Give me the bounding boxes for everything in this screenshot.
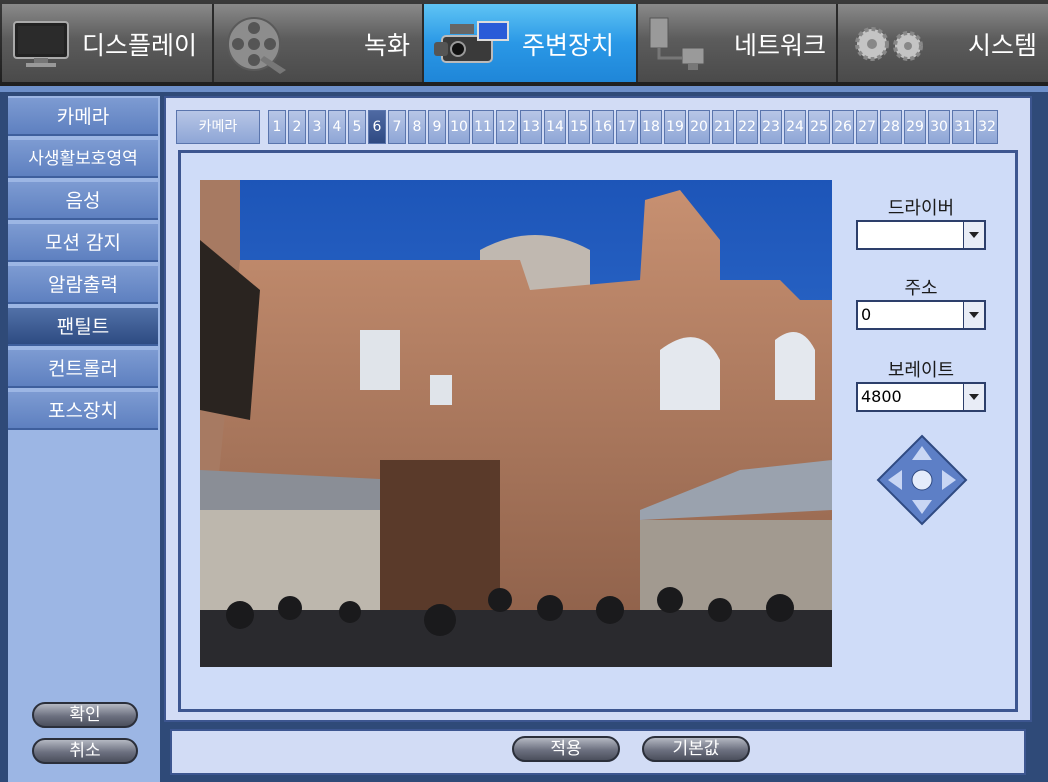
- camera-tab-7[interactable]: 7: [388, 110, 406, 144]
- top-tab-peripherals-label: 주변장치: [522, 31, 615, 60]
- camera-tab-28[interactable]: 28: [880, 110, 902, 144]
- camera-tab-22[interactable]: 22: [736, 110, 758, 144]
- top-tab-display[interactable]: 디스플레이: [2, 4, 214, 82]
- camera-tab-19[interactable]: 19: [664, 110, 686, 144]
- camera-tab-25[interactable]: 25: [808, 110, 830, 144]
- camera-tab-2[interactable]: 2: [288, 110, 306, 144]
- sidebar-item-controller[interactable]: 컨트롤러: [8, 350, 158, 388]
- top-tab-system[interactable]: 시스템: [838, 4, 1048, 82]
- address-label: 주소: [904, 278, 938, 299]
- camera-tab-1[interactable]: 1: [268, 110, 286, 144]
- sidebar-item-camera[interactable]: 카메라: [8, 98, 158, 136]
- address-select[interactable]: 0: [856, 300, 986, 330]
- top-menu-bar: 디스플레이 녹화 주변장치 네트워크 시스템: [0, 0, 1048, 86]
- gears-icon: [855, 27, 923, 61]
- sidebar-item-motion-detection[interactable]: 모션 감지: [8, 224, 158, 262]
- camera-tab-11[interactable]: 11: [472, 110, 494, 144]
- address-value: 0: [861, 305, 872, 324]
- confirm-button[interactable]: 확인: [32, 702, 138, 728]
- chevron-down-icon: [963, 222, 984, 248]
- camera-tab-23[interactable]: 23: [760, 110, 782, 144]
- camera-tab-29[interactable]: 29: [904, 110, 926, 144]
- camera-tab-14[interactable]: 14: [544, 110, 566, 144]
- apply-button[interactable]: 적용: [512, 736, 620, 762]
- sidebar-item-alarm-output[interactable]: 알람출력: [8, 266, 158, 304]
- camcorder-icon: [434, 21, 509, 63]
- top-divider: [0, 86, 1048, 92]
- camera-tab-21[interactable]: 21: [712, 110, 734, 144]
- camera-tab-16[interactable]: 16: [592, 110, 614, 144]
- camera-tab-26[interactable]: 26: [832, 110, 854, 144]
- top-tab-record[interactable]: 녹화: [214, 4, 424, 82]
- top-tab-display-label: 디스플레이: [82, 31, 198, 60]
- camera-tab-5[interactable]: 5: [348, 110, 366, 144]
- sidebar-item-pos-device[interactable]: 포스장치: [8, 392, 158, 430]
- camera-tab-8[interactable]: 8: [408, 110, 426, 144]
- baudrate-label: 보레이트: [887, 360, 955, 381]
- camera-tab-18[interactable]: 18: [640, 110, 662, 144]
- network-icon: [649, 17, 705, 70]
- ptz-direction-pad[interactable]: [876, 434, 968, 526]
- camera-tab-20[interactable]: 20: [688, 110, 710, 144]
- camera-tab-17[interactable]: 17: [616, 110, 638, 144]
- top-tab-network-label: 네트워크: [734, 31, 827, 60]
- monitor-icon: [13, 21, 69, 67]
- sidebar-item-audio[interactable]: 음성: [8, 182, 158, 220]
- camera-tab-30[interactable]: 30: [928, 110, 950, 144]
- top-tab-network[interactable]: 네트워크: [638, 4, 838, 82]
- film-reel-icon: [227, 17, 286, 74]
- camera-tab-32[interactable]: 32: [976, 110, 998, 144]
- camera-preview-image: [200, 180, 832, 667]
- top-tab-record-label: 녹화: [364, 31, 411, 60]
- sidebar-item-pantilt[interactable]: 팬틸트: [8, 308, 158, 346]
- camera-tab-15[interactable]: 15: [568, 110, 590, 144]
- camera-tab-10[interactable]: 10: [448, 110, 470, 144]
- camera-tab-4[interactable]: 4: [328, 110, 346, 144]
- camera-tab-31[interactable]: 31: [952, 110, 974, 144]
- sidebar-item-privacy-zone[interactable]: 사생활보호영역: [8, 140, 158, 178]
- camera-tab-24[interactable]: 24: [784, 110, 806, 144]
- camera-tab-3[interactable]: 3: [308, 110, 326, 144]
- camera-tab-label: 카메라: [176, 110, 260, 144]
- top-tab-peripherals[interactable]: 주변장치: [424, 4, 638, 82]
- camera-tab-6[interactable]: 6: [368, 110, 386, 144]
- chevron-down-icon: [963, 302, 984, 328]
- baudrate-select[interactable]: 4800: [856, 382, 986, 412]
- camera-tab-12[interactable]: 12: [496, 110, 518, 144]
- chevron-down-icon: [963, 384, 984, 410]
- camera-tab-27[interactable]: 27: [856, 110, 878, 144]
- top-tab-system-label: 시스템: [968, 31, 1038, 60]
- cancel-button[interactable]: 취소: [32, 738, 138, 764]
- driver-label: 드라이버: [887, 198, 955, 219]
- driver-select[interactable]: [856, 220, 986, 250]
- baudrate-value: 4800: [861, 387, 902, 406]
- default-button[interactable]: 기본값: [642, 736, 750, 762]
- camera-tab-13[interactable]: 13: [520, 110, 542, 144]
- camera-tab-9[interactable]: 9: [428, 110, 446, 144]
